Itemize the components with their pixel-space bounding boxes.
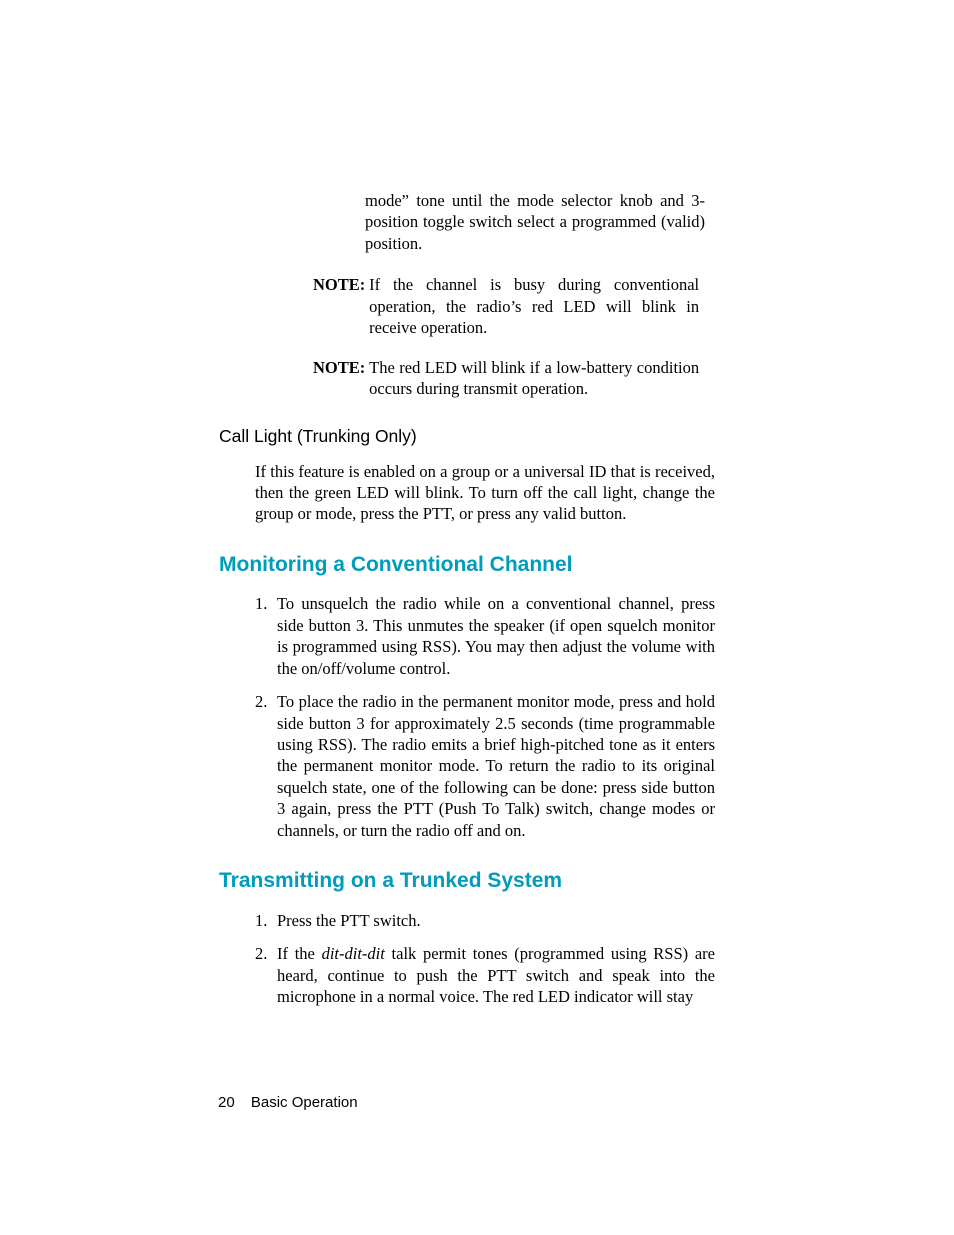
page: mode” tone until the mode selector knob … [0,0,954,1235]
note-text: If the channel is busy during convention… [369,274,699,338]
subhead-call-light: Call Light (Trunking Only) [219,426,729,447]
call-light-paragraph: If this feature is enabled on a group or… [255,461,715,525]
list-item: 2. To place the radio in the permanent m… [255,691,715,841]
page-footer: 20 Basic Operation [218,1094,358,1111]
note-text: The red LED will blink if a low-battery … [369,357,699,400]
list-item: 1. To unsquelch the radio while on a con… [255,593,715,679]
note-label: NOTE: [313,274,365,295]
note-1: NOTE: If the channel is busy during conv… [313,274,708,338]
text-run: If the [277,944,322,963]
monitoring-list: 1. To unsquelch the radio while on a con… [255,593,715,841]
page-number: 20 [218,1094,235,1111]
note-2: NOTE: The red LED will blink if a low-ba… [313,357,708,400]
list-text: To place the radio in the permanent moni… [277,691,715,841]
list-number: 1. [255,910,277,931]
list-number: 1. [255,593,277,679]
list-item: 2. If the dit-dit-dit talk permit tones … [255,943,715,1007]
list-number: 2. [255,691,277,841]
list-text: To unsquelch the radio while on a conven… [277,593,715,679]
italic-text: dit-dit-dit [322,944,385,963]
list-text: If the dit-dit-dit talk permit tones (pr… [277,943,715,1007]
section-name: Basic Operation [251,1094,358,1111]
list-item: 1. Press the PTT switch. [255,910,715,931]
list-number: 2. [255,943,277,1007]
section-monitoring: Monitoring a Conventional Channel [219,553,729,577]
section-transmitting: Transmitting on a Trunked System [219,869,729,893]
note-label: NOTE: [313,357,365,378]
transmitting-list: 1. Press the PTT switch. 2. If the dit-d… [255,910,715,1008]
continuation-paragraph: mode” tone until the mode selector knob … [365,190,705,254]
list-text: Press the PTT switch. [277,910,715,931]
